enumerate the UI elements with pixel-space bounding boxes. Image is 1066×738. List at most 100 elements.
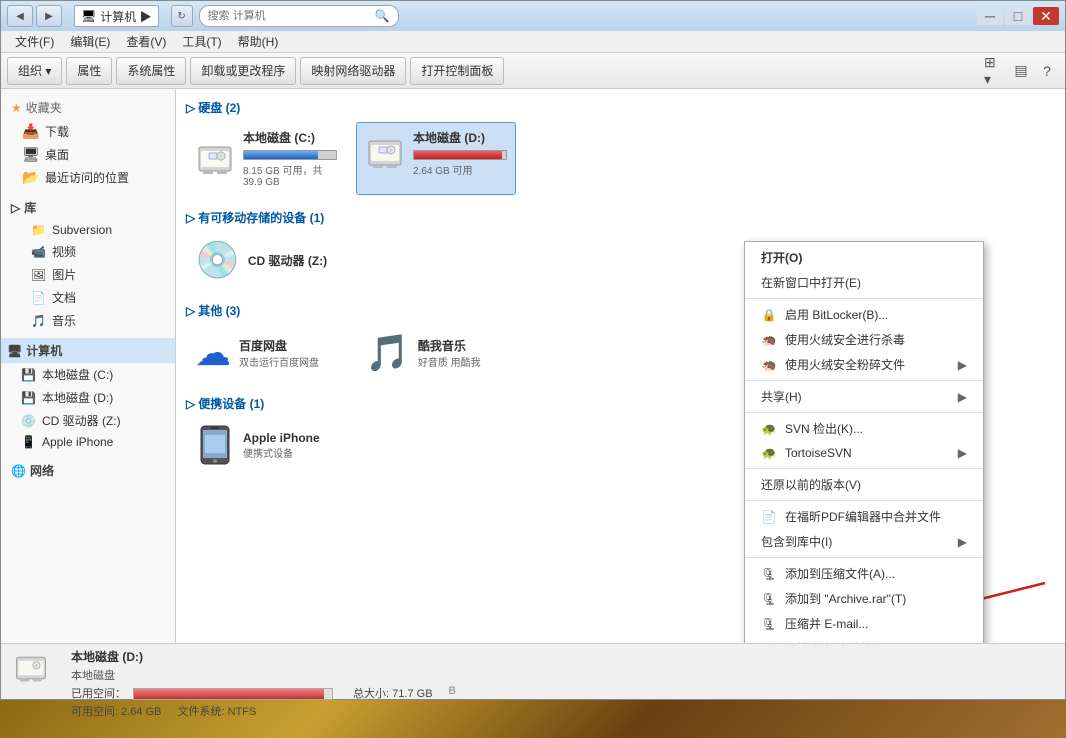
iphone-device-desc: 便携式设备: [243, 445, 320, 460]
sidebar-item-drive-c[interactable]: 💾 本地磁盘 (C:): [1, 363, 175, 386]
status-line-2: 可用空间: 2.64 GB 文件系统: NTFS: [71, 703, 1055, 719]
status-total: 总大小: 71.7 GB: [353, 685, 432, 701]
minimize-button[interactable]: ─: [977, 7, 1003, 25]
cm-pdf-merge[interactable]: 📄在福昕PDF编辑器中合并文件: [745, 504, 983, 529]
system-properties-button[interactable]: 系统属性: [116, 57, 186, 85]
drive-d-icon-main: [365, 133, 405, 173]
status-line-1: 已用空间： 总大小: 71.7 GB B: [71, 685, 1055, 701]
sidebar-library-header[interactable]: ▷库: [1, 195, 175, 220]
cm-compress-email[interactable]: 🗜压缩并 E-mail...: [745, 611, 983, 636]
organize-button[interactable]: 组织 ▾: [7, 57, 62, 85]
baidu-item[interactable]: ☁ 百度网盘 双击运行百度网盘: [186, 325, 346, 381]
cm-include-library[interactable]: 包含到库中(I)▶: [745, 529, 983, 554]
forward-button[interactable]: ▶: [36, 5, 62, 27]
cm-sep-3: [745, 412, 983, 413]
sidebar-item-drive-z[interactable]: 💿 CD 驱动器 (Z:): [1, 409, 175, 432]
network-icon: 🌐: [11, 464, 26, 478]
sidebar-item-subversion[interactable]: 📁 Subversion: [1, 220, 175, 240]
uninstall-button[interactable]: 卸载或更改程序: [190, 57, 296, 85]
rar-icon-3: 🗜: [761, 616, 777, 632]
iphone-device-icon: [195, 425, 235, 465]
cm-add-archive[interactable]: 🗜添加到压缩文件(A)...: [745, 561, 983, 586]
sidebar-item-downloads[interactable]: 📥 下载: [1, 120, 175, 143]
sidebar-item-desktop[interactable]: 🖥 桌面: [1, 143, 175, 166]
drive-c-icon-main: [195, 139, 235, 179]
cm-scan-virus[interactable]: 🛡扫描病毒(电脑管家): [745, 636, 983, 643]
computer-sidebar-icon: 🖥: [7, 344, 22, 358]
tortoise-icon: 🐢: [761, 445, 777, 461]
sidebar-item-recent[interactable]: 📂 最近访问的位置: [1, 166, 175, 189]
iphone-device-name: Apple iPhone: [243, 431, 320, 445]
drive-d-bar-container: [413, 150, 507, 160]
music-icon: 🎵: [31, 314, 46, 328]
status-free-label: 可用空间: 2.64 GB: [71, 703, 161, 719]
preview-pane-button[interactable]: ▤: [1009, 59, 1033, 83]
window-controls: ─ □ ✕: [977, 7, 1059, 25]
control-panel-button[interactable]: 打开控制面板: [410, 57, 504, 85]
menu-help[interactable]: 帮助(H): [230, 31, 287, 52]
video-icon: 📹: [31, 245, 46, 259]
cm-svn-checkout[interactable]: 🐢SVN 检出(K)...: [745, 416, 983, 441]
sidebar: 收藏夹 📥 下载 🖥 桌面 📂 最近访问的位置 ▷库: [1, 89, 176, 643]
close-button[interactable]: ✕: [1033, 7, 1059, 25]
sidebar-item-iphone[interactable]: 📱 Apple iPhone: [1, 432, 175, 452]
view-toggle-button[interactable]: ⊞ ▾: [983, 59, 1007, 83]
drive-c-icon: 💾: [21, 368, 36, 382]
toolbar: 组织 ▾ 属性 系统属性 卸载或更改程序 映射网络驱动器 打开控制面板 ⊞ ▾ …: [1, 53, 1065, 89]
cm-bitlocker[interactable]: 🔒启用 BitLocker(B)...: [745, 302, 983, 327]
explorer-window: ◀ ▶ 🖥 计算机 ▶ ↻ 🔍 ─ □ ✕ 文件(F) 编辑(E) 查看(V): [0, 0, 1066, 700]
cm-antivirus[interactable]: 🦔使用火绒安全进行杀毒: [745, 327, 983, 352]
baidu-icon: ☁: [195, 332, 231, 374]
iphone-item[interactable]: Apple iPhone 便携式设备: [186, 418, 346, 472]
status-drive-label: 本地磁盘 (D:): [71, 648, 1055, 665]
properties-button[interactable]: 属性: [66, 57, 112, 85]
cm-tortoisesvn[interactable]: 🐢TortoiseSVN▶: [745, 441, 983, 465]
cd-drive-item[interactable]: 💿 CD 驱动器 (Z:): [186, 232, 346, 288]
nav-buttons: ◀ ▶: [7, 5, 62, 27]
cm-share[interactable]: 共享(H)▶: [745, 384, 983, 409]
sidebar-item-pictures[interactable]: 🖼 图片: [1, 263, 175, 286]
subversion-icon: 📁: [31, 223, 46, 237]
drive-d-item[interactable]: 本地磁盘 (D:) 2.64 GB 可用: [356, 122, 516, 195]
refresh-button[interactable]: ↻: [171, 5, 193, 27]
sidebar-computer-header[interactable]: 🖥 计算机: [1, 338, 175, 363]
hard-drives-grid: 本地磁盘 (C:) 8.15 GB 可用，共 39.9 GB: [186, 122, 1055, 195]
back-button[interactable]: ◀: [7, 5, 33, 27]
lock-icon: 🔒: [761, 307, 777, 323]
menu-file[interactable]: 文件(F): [7, 31, 62, 52]
maximize-button[interactable]: □: [1005, 7, 1031, 25]
hard-drives-header[interactable]: ▷硬盘 (2): [186, 99, 1055, 116]
search-bar[interactable]: 🔍: [199, 5, 399, 27]
kuwo-item[interactable]: 🎵 酷我音乐 好音质 用酷我: [356, 325, 516, 381]
cm-shred[interactable]: 🦔使用火绒安全粉碎文件▶: [745, 352, 983, 377]
search-icon: 🔍: [375, 9, 390, 23]
cm-add-archive-rar[interactable]: 🗜添加到 "Archive.rar"(T): [745, 586, 983, 611]
help-button[interactable]: ?: [1035, 59, 1059, 83]
status-used-label: 已用空间：: [71, 685, 337, 701]
computer-icon: 🖥: [81, 9, 96, 23]
sidebar-favorites-header[interactable]: 收藏夹: [1, 95, 175, 120]
iphone-icon: 📱: [21, 435, 36, 449]
address-bar[interactable]: 🖥 计算机 ▶: [74, 5, 159, 27]
removable-header[interactable]: ▷有可移动存储的设备 (1): [186, 209, 1055, 226]
menu-tools[interactable]: 工具(T): [174, 31, 229, 52]
sidebar-library-section: ▷库 📁 Subversion 📹 视频 🖼 图片 📄 文档: [1, 195, 175, 332]
cm-open-new-window[interactable]: 在新窗口中打开(E): [745, 270, 983, 295]
status-b: B: [449, 685, 456, 701]
cm-open[interactable]: 打开(O): [745, 245, 983, 270]
sidebar-network-header[interactable]: 🌐 网络: [1, 458, 175, 483]
cd-drive-name: CD 驱动器 (Z:): [248, 252, 327, 269]
status-drive-icon: [11, 648, 51, 688]
cm-sep-6: [745, 557, 983, 558]
drive-c-item[interactable]: 本地磁盘 (C:) 8.15 GB 可用，共 39.9 GB: [186, 122, 346, 195]
search-input[interactable]: [208, 10, 371, 22]
sidebar-item-documents[interactable]: 📄 文档: [1, 286, 175, 309]
menu-edit[interactable]: 编辑(E): [62, 31, 118, 52]
cm-restore[interactable]: 还原以前的版本(V): [745, 472, 983, 497]
sidebar-item-video[interactable]: 📹 视频: [1, 240, 175, 263]
menu-view[interactable]: 查看(V): [118, 31, 174, 52]
sidebar-item-music[interactable]: 🎵 音乐: [1, 309, 175, 332]
map-drive-button[interactable]: 映射网络驱动器: [300, 57, 406, 85]
pictures-icon: 🖼: [31, 268, 46, 282]
sidebar-item-drive-d[interactable]: 💾 本地磁盘 (D:): [1, 386, 175, 409]
